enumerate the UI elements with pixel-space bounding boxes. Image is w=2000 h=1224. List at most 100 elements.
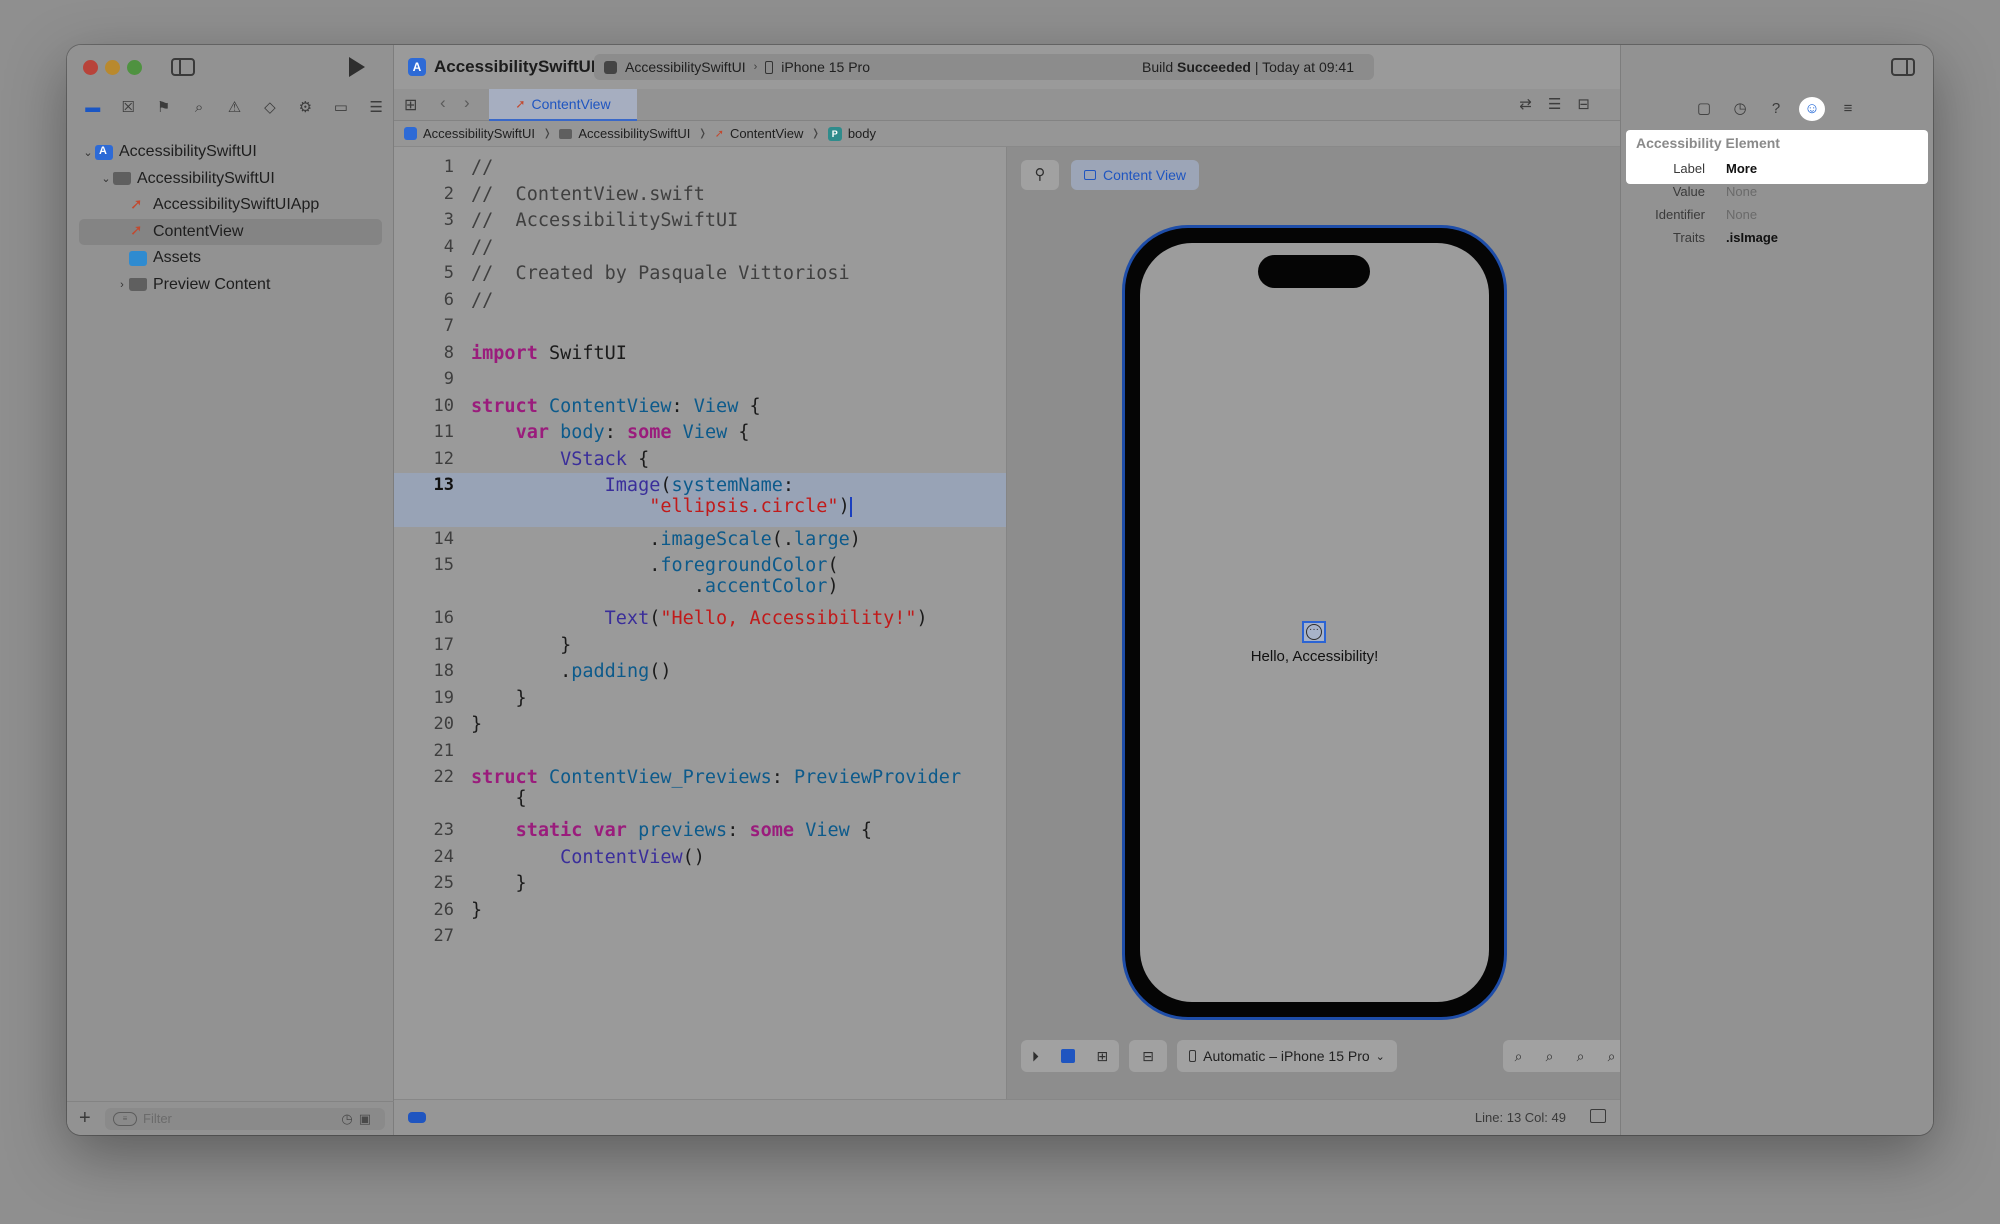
device-screen[interactable]: ··· Hello, Accessibility! (1140, 243, 1489, 1002)
tree-item-project[interactable]: ⌄ AccessibilitySwiftUI (67, 139, 394, 166)
report-icon[interactable]: ☰ (359, 93, 394, 123)
tab-contentview[interactable]: ➚ ContentView (489, 89, 637, 121)
test-icon[interactable]: ◇ (252, 93, 287, 123)
tree-item-group[interactable]: ⌄ AccessibilitySwiftUI (67, 166, 394, 193)
navigator-sidebar: ▬ ☒ ⚑ ⌕ ⚠ ◇ ⚙ ▭ ☰ ⌄ AccessibilitySwiftUI… (67, 45, 394, 1135)
content-view-preview-chip[interactable]: Content View (1071, 160, 1199, 190)
window-toolbar: A AccessibilitySwiftUI AccessibilitySwif… (394, 45, 1660, 89)
issue-icon[interactable]: ⚠ (217, 93, 252, 123)
tree-item-label: Preview Content (153, 275, 271, 293)
debug-area-toggle[interactable] (408, 1112, 426, 1123)
related-items-icon[interactable]: ⊞ (404, 95, 417, 115)
editor-options-icon[interactable]: ⇄☰⊟ (1519, 95, 1606, 113)
iphone-icon (765, 60, 774, 74)
folder-icon (559, 128, 573, 139)
iphone-icon (1189, 1050, 1197, 1062)
sidebar-toggle-icon[interactable] (171, 58, 195, 76)
chevron-right-icon[interactable]: › (115, 279, 129, 291)
find-icon[interactable]: ⌕ (181, 93, 216, 123)
scheme-target[interactable]: AccessibilitySwiftUI (625, 59, 746, 75)
zoom-fit-icon[interactable]: ⌕ (1577, 1048, 1585, 1065)
tree-item-label: AccessibilitySwiftUIApp (153, 196, 320, 214)
ax-key: Label (1673, 161, 1705, 176)
swift-file-icon: ➚ (714, 128, 724, 140)
ax-value: More (1726, 161, 1758, 176)
ax-value: None (1726, 207, 1758, 222)
project-navigator-icon[interactable]: ▬ (75, 93, 110, 123)
run-destination[interactable]: iPhone 15 Pro (781, 59, 870, 75)
recent-files-icon[interactable]: ◷▣ (341, 1111, 377, 1127)
device-settings-icon[interactable]: ⊟ (1129, 1040, 1167, 1072)
chevron-right-icon: ❭ (542, 128, 552, 139)
swift-file-icon: ➚ (515, 97, 526, 111)
chip-label: Content View (1102, 167, 1186, 183)
chevron-down-icon[interactable]: ⌄ (99, 172, 113, 185)
filter-input[interactable]: ≡ Filter ◷▣ (105, 1107, 385, 1130)
preview-mode-group: ⏵ ⊞ (1021, 1040, 1119, 1072)
selectable-mode-icon[interactable] (1060, 1049, 1075, 1063)
zoom-in-icon[interactable]: ⌕ (1608, 1048, 1616, 1065)
panel-toggle-icon[interactable] (1590, 1109, 1606, 1123)
canvas-controls: ⏵ ⊞ ⊟ Automatic – iPhone 15 Pro ⌄ ⌕ ⌕ ⌕ … (1021, 1040, 1627, 1072)
chevron-down-icon: ⌄ (1375, 1050, 1385, 1063)
device-preview: ··· Hello, Accessibility! (1122, 225, 1507, 1020)
history-inspector-icon[interactable]: ◷ (1727, 97, 1753, 121)
scheme-activity-bar[interactable]: AccessibilitySwiftUI › iPhone 15 Pro Bui… (594, 54, 1374, 80)
navigator-selector-bar: ▬ ☒ ⚑ ⌕ ⚠ ◇ ⚙ ▭ ☰ (67, 93, 394, 123)
ax-key: Value (1672, 184, 1705, 199)
navigator-filter-bar: + ≡ Filter ◷▣ (67, 1101, 394, 1135)
tree-item-preview-content[interactable]: › Preview Content (67, 272, 394, 299)
tree-item-assets[interactable]: Assets (67, 245, 394, 272)
help-inspector-icon[interactable]: ? (1763, 97, 1789, 121)
preview-canvas: ⚲ Content View ··· Hello, Accessibility!… (1006, 147, 1627, 1099)
attributes-inspector-icon[interactable]: ≡ (1835, 97, 1861, 121)
zoom-out-icon[interactable]: ⌕ (1515, 1048, 1523, 1065)
property-icon: P (827, 126, 842, 141)
accessibility-inspector-icon[interactable]: ☺ (1799, 97, 1825, 121)
breakpoint-icon[interactable]: ▭ (323, 93, 358, 123)
source-control-icon[interactable]: ☒ (110, 93, 145, 123)
preview-hello-text[interactable]: Hello, Accessibility! (1140, 648, 1489, 665)
tree-item-app-file[interactable]: AccessibilitySwiftUIApp (67, 192, 394, 219)
device-picker[interactable]: Automatic – iPhone 15 Pro ⌄ (1177, 1040, 1397, 1072)
swift-file-icon (129, 221, 147, 239)
breadcrumb-item[interactable]: AccessibilitySwiftUI (423, 126, 535, 141)
tab-label: ContentView (531, 96, 611, 112)
live-play-icon[interactable]: ⏵ (1032, 1048, 1039, 1065)
bookmark-icon[interactable]: ⚑ (146, 93, 181, 123)
tree-item-contentview[interactable]: ContentView (79, 218, 382, 245)
chevron-right-icon: ❭ (811, 128, 820, 139)
inspector-tabs: ▢ ◷ ? ☺ ≡ (1691, 97, 1861, 121)
chevron-down-icon[interactable]: ⌄ (81, 146, 95, 159)
filter-options-icon[interactable]: ≡ (113, 1111, 137, 1126)
code-line-current[interactable]: 13 Image(systemName: "ellipsis.circle") (394, 473, 1006, 527)
project-app-icon: A (408, 58, 426, 76)
file-inspector-icon[interactable]: ▢ (1691, 97, 1717, 121)
breadcrumb-item[interactable]: AccessibilitySwiftUI (578, 126, 690, 141)
ellipsis-circle-icon[interactable]: ··· (1302, 621, 1326, 643)
close-window-button[interactable] (83, 60, 98, 75)
debug-icon[interactable]: ⚙ (288, 93, 323, 123)
breadcrumb-item[interactable]: body (848, 126, 876, 141)
ax-key: Traits (1672, 230, 1705, 245)
xcode-window: ▬ ☒ ⚑ ⌕ ⚠ ◇ ⚙ ▭ ☰ ⌄ AccessibilitySwiftUI… (67, 45, 1933, 1135)
panel-title: Accessibility Element (1636, 135, 1780, 151)
variants-grid-icon[interactable]: ⊞ (1096, 1048, 1108, 1065)
minimize-window-button[interactable] (105, 60, 120, 75)
pin-icon[interactable]: ⚲ (1021, 160, 1059, 190)
dynamic-island (1258, 255, 1370, 288)
run-button[interactable] (349, 57, 365, 77)
editor-status-bar: Line: 13 Col: 49 (394, 1099, 1620, 1135)
inspector-toggle-icon[interactable] (1891, 58, 1915, 76)
breadcrumb-item[interactable]: ContentView (730, 126, 803, 141)
forward-chevron-icon[interactable]: › (464, 93, 470, 113)
folder-icon (129, 278, 147, 292)
back-chevron-icon[interactable]: ‹ (440, 93, 446, 113)
source-editor[interactable]: 1// 2// ContentView.swift 3// Accessibil… (394, 147, 1006, 1099)
app-target-icon (604, 60, 617, 74)
ax-value: .isImage (1726, 230, 1779, 245)
build-status: Build Succeeded | Today at 09:41 (1142, 59, 1354, 75)
zoom-actual-icon[interactable]: ⌕ (1546, 1048, 1554, 1065)
zoom-window-button[interactable] (127, 60, 142, 75)
add-file-icon[interactable]: + (79, 1107, 97, 1130)
